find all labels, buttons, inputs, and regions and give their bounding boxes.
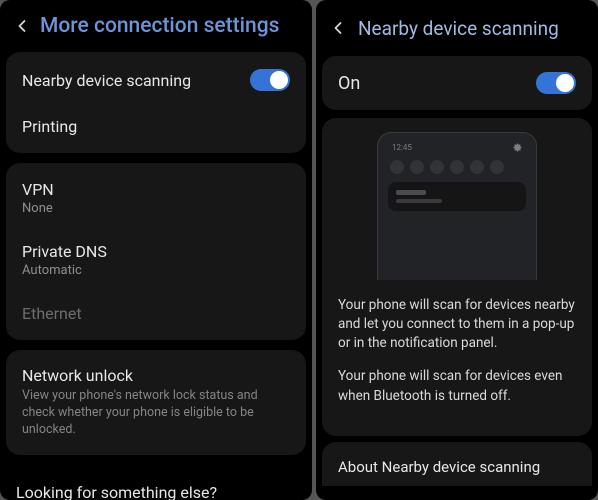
row-on-toggle[interactable]: On xyxy=(322,56,592,110)
mock-time: 12:45 xyxy=(392,143,412,152)
row-vpn[interactable]: VPN None xyxy=(6,167,306,229)
row-sub: Automatic xyxy=(22,263,82,278)
row-label: Printing xyxy=(22,117,77,136)
toggle-knob xyxy=(270,71,288,89)
back-icon[interactable] xyxy=(326,16,350,40)
section-looking: Looking for something else? HDMI mode xyxy=(0,465,312,500)
row-nearby-device-scanning[interactable]: Nearby device scanning xyxy=(6,56,306,104)
nearby-device-scanning-screen: Nearby device scanning On 12:45 xyxy=(316,0,598,500)
row-sub: None xyxy=(22,201,53,216)
toggle-knob xyxy=(556,74,574,92)
row-label: Private DNS xyxy=(22,242,107,261)
toggle-on[interactable] xyxy=(536,72,576,94)
row-about-nearby-scanning[interactable]: About Nearby device scanning xyxy=(322,442,592,486)
row-label: Network unlock xyxy=(22,366,133,385)
mock-quick-toggles xyxy=(388,158,526,182)
settings-more-connections-screen: More connection settings Nearby device s… xyxy=(0,0,312,500)
section-scanning-printing: Nearby device scanning Printing xyxy=(6,52,306,153)
row-label: Ethernet xyxy=(22,304,82,323)
page-title: More connection settings xyxy=(40,14,279,38)
section-network-unlock: Network unlock View your phone's network… xyxy=(6,350,306,455)
desc-paragraph-2: Your phone will scan for devices even wh… xyxy=(338,367,576,405)
about-label: About Nearby device scanning xyxy=(338,458,576,476)
row-network-unlock[interactable]: Network unlock View your phone's network… xyxy=(6,354,306,451)
looking-label: Looking for something else? xyxy=(16,483,296,500)
page-title: Nearby device scanning xyxy=(358,17,559,40)
row-sub: View your phone's network lock status an… xyxy=(22,388,290,439)
toggle-nearby-scanning[interactable] xyxy=(250,69,290,91)
row-printing[interactable]: Printing xyxy=(6,104,306,149)
desc-paragraph-1: Your phone will scan for devices nearby … xyxy=(338,296,576,353)
section-network: VPN None Private DNS Automatic Ethernet xyxy=(6,163,306,340)
row-private-dns[interactable]: Private DNS Automatic xyxy=(6,229,306,291)
mock-notification xyxy=(388,182,526,211)
back-icon[interactable] xyxy=(10,14,34,38)
looking-heading: Looking for something else? xyxy=(0,465,312,500)
description-text: Your phone will scan for devices nearby … xyxy=(332,280,582,406)
gear-icon xyxy=(513,143,522,152)
illustration-card: 12:45 Your phone will scan for devices n… xyxy=(322,118,592,436)
header: More connection settings xyxy=(0,0,312,52)
row-label: VPN xyxy=(22,180,54,199)
on-label: On xyxy=(338,73,360,94)
phone-mock-icon: 12:45 xyxy=(377,132,537,280)
row-label: Nearby device scanning xyxy=(22,71,191,90)
header: Nearby device scanning xyxy=(316,0,598,52)
row-ethernet: Ethernet xyxy=(6,291,306,336)
